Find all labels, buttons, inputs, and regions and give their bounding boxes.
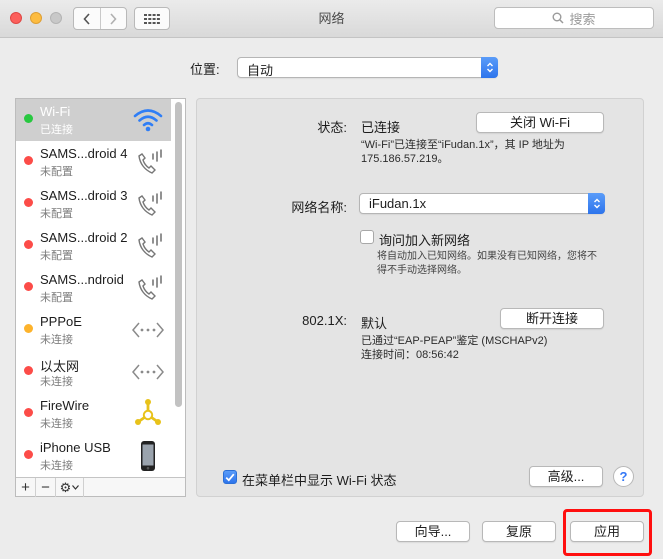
- service-item[interactable]: FireWire 未连接: [16, 393, 171, 435]
- forward-button[interactable]: [99, 8, 127, 29]
- service-sidebar: Wi-Fi 已连接 SAMS...droid 4 未配置 SAMS...droid 3 未…: [15, 98, 186, 497]
- service-status: 已连接: [40, 124, 73, 136]
- service-status: 未连接: [40, 376, 73, 388]
- dot1x-note-line2: 连接时间：08:56:42: [361, 349, 459, 361]
- dot1x-label: 802.1X:: [302, 313, 347, 328]
- status-note-line1: “Wi-Fi”已连接至“iFudan.1x”，其 IP 地址为: [361, 139, 565, 151]
- status-dot: [24, 240, 33, 249]
- service-item[interactable]: 以太网 未连接: [16, 351, 171, 393]
- network-name-value: iFudan.1x: [369, 196, 427, 211]
- iphone-icon: [131, 440, 165, 472]
- title-bar: 搜索: [0, 0, 663, 38]
- ask-join-checkbox[interactable]: [360, 230, 374, 244]
- service-status: 未配置: [40, 250, 73, 262]
- service-name: SAMS...droid 3: [40, 188, 128, 203]
- grid-icon: [144, 13, 160, 24]
- advanced-button[interactable]: 高级...: [529, 466, 603, 487]
- service-status: 未配置: [40, 292, 73, 304]
- service-status: 未配置: [40, 208, 73, 220]
- help-button[interactable]: ?: [613, 466, 634, 487]
- turn-off-wifi-button[interactable]: 关闭 Wi-Fi: [476, 112, 604, 133]
- assistant-button[interactable]: 向导...: [396, 521, 470, 542]
- details-panel: 状态: 已连接 关闭 Wi-Fi “Wi-Fi”已连接至“iFudan.1x”，…: [196, 98, 644, 497]
- service-name: FireWire: [40, 398, 90, 413]
- close-window-button[interactable]: [10, 12, 22, 24]
- sidebar-scrollbar[interactable]: [175, 102, 182, 407]
- add-service-button[interactable]: +: [16, 478, 36, 497]
- status-dot: [24, 324, 33, 333]
- phone-icon: [131, 146, 165, 178]
- service-list: Wi-Fi 已连接 SAMS...droid 4 未配置 SAMS...droid 3 未…: [16, 99, 171, 477]
- popup-arrows-icon: [588, 193, 605, 214]
- search-field[interactable]: 搜索: [494, 7, 654, 29]
- ethernet-arrows-icon: [131, 356, 165, 388]
- search-icon: [552, 12, 565, 24]
- status-label: 状态:: [317, 120, 347, 135]
- gear-icon: ⚙: [59, 479, 72, 495]
- status-value: 已连接: [361, 120, 401, 135]
- service-name: Wi-Fi: [40, 104, 71, 119]
- popup-arrows-icon: [481, 57, 498, 78]
- status-dot: [24, 366, 33, 375]
- service-item[interactable]: Wi-Fi 已连接: [16, 99, 171, 141]
- service-name: SAMS...ndroid: [40, 272, 124, 287]
- ask-join-note-line2: 得不手动选择网络。: [377, 265, 467, 276]
- show-menubar-label: 在菜单栏中显示 Wi-Fi 状态: [242, 473, 397, 488]
- highlight-box: [563, 509, 652, 556]
- service-item[interactable]: iPhone USB 未连接: [16, 435, 171, 477]
- service-item[interactable]: SAMS...droid 3 未配置: [16, 183, 171, 225]
- status-dot: [24, 282, 33, 291]
- location-label: 位置:: [190, 62, 220, 77]
- service-name: iPhone USB: [40, 440, 111, 455]
- back-forward-control: [73, 7, 127, 30]
- show-menubar-checkbox[interactable]: [223, 470, 237, 484]
- show-all-button[interactable]: [134, 7, 170, 30]
- service-item[interactable]: SAMS...droid 2 未配置: [16, 225, 171, 267]
- service-name: PPPoE: [40, 314, 82, 329]
- network-name-popup[interactable]: iFudan.1x: [359, 193, 605, 214]
- status-dot: [24, 198, 33, 207]
- sidebar-footer: + − ⚙: [16, 477, 185, 497]
- phone-icon: [131, 188, 165, 220]
- zoom-window-button[interactable]: [50, 12, 62, 24]
- service-item[interactable]: SAMS...droid 4 未配置: [16, 141, 171, 183]
- ask-join-label: 询问加入新网络: [379, 233, 471, 248]
- search-placeholder: 搜索: [569, 11, 596, 27]
- chevron-down-icon: [72, 485, 80, 490]
- phone-icon: [131, 272, 165, 304]
- service-item[interactable]: SAMS...ndroid 未配置: [16, 267, 171, 309]
- location-popup[interactable]: 自动: [237, 57, 498, 78]
- dot1x-value: 默认: [361, 316, 388, 331]
- service-item[interactable]: PPPoE 未连接: [16, 309, 171, 351]
- ask-join-note-line1: 将自动加入已知网络。如果没有已知网络，您将不: [377, 251, 597, 262]
- service-name: SAMS...droid 2: [40, 230, 128, 245]
- service-actions-button[interactable]: ⚙: [56, 478, 84, 497]
- dot1x-note-line1: 已通过“EAP-PEAP”鉴定 (MSCHAPv2): [361, 335, 548, 347]
- status-dot: [24, 156, 33, 165]
- status-dot: [24, 450, 33, 459]
- chevron-right-icon: [110, 12, 117, 25]
- ethernet-arrows-icon: [131, 314, 165, 346]
- service-status: 未连接: [40, 460, 73, 472]
- revert-button[interactable]: 复原: [482, 521, 556, 542]
- service-status: 未配置: [40, 166, 73, 178]
- status-note-line2: 175.186.57.219。: [361, 153, 449, 165]
- disconnect-button[interactable]: 断开连接: [500, 308, 604, 329]
- remove-service-button[interactable]: −: [36, 478, 56, 497]
- wifi-icon: [131, 104, 165, 136]
- service-status: 未连接: [40, 418, 73, 430]
- status-dot: [24, 114, 33, 123]
- network-name-label: 网络名称:: [291, 200, 347, 215]
- chevron-left-icon: [83, 12, 90, 25]
- location-value: 自动: [247, 63, 274, 78]
- checkmark-icon: [225, 473, 235, 482]
- service-name: SAMS...droid 4: [40, 146, 128, 161]
- phone-icon: [131, 230, 165, 262]
- back-button[interactable]: [74, 8, 100, 29]
- firewire-icon: [131, 398, 165, 430]
- minimize-window-button[interactable]: [30, 12, 42, 24]
- status-dot: [24, 408, 33, 417]
- service-status: 未连接: [40, 334, 73, 346]
